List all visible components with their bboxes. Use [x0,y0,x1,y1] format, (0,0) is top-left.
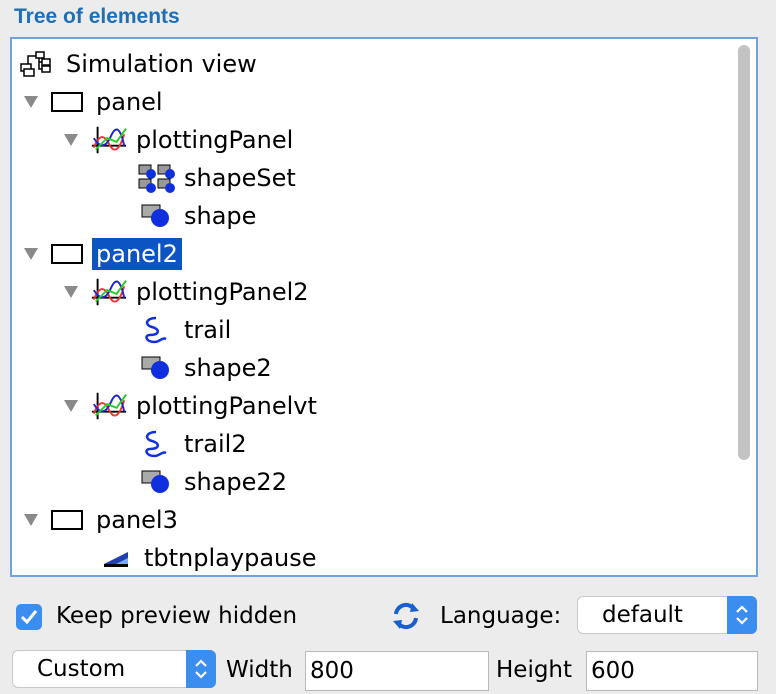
panel-icon [50,505,88,535]
element-tree[interactable]: Simulation view panel plottingPanel shap… [10,37,758,577]
size-preset-value: Custom [37,656,126,682]
shape-icon [138,353,176,383]
shape-icon [138,467,176,497]
trail-icon [138,315,176,345]
tree-item-panel3[interactable]: panel3 [20,501,182,539]
tree-item-label: shapeSet [184,164,296,192]
tree-item-shape[interactable]: shape [138,197,260,235]
toggle-button-icon [98,543,136,573]
tree-structure-icon [20,49,58,79]
language-label: Language: [440,603,562,629]
tree-item-panel2[interactable]: panel2 [20,235,182,273]
tree-item-label: plottingPanelvt [136,392,317,420]
shape-icon [138,201,176,231]
tree-item-panel[interactable]: panel [20,83,167,121]
chevron-updown-icon [727,596,757,634]
tree-item-label: plottingPanel [136,126,294,154]
tree-item-trail2[interactable]: trail2 [138,425,251,463]
width-label: Width [226,657,293,683]
tree-item-label: panel3 [96,506,178,534]
tree-item-plottingpanelvt[interactable]: plottingPanelvt [60,387,321,425]
plot-icon [90,125,128,155]
tree-item-label: shape22 [184,468,287,496]
keep-preview-hidden-checkbox[interactable] [16,604,42,630]
tree-item-label: panel [96,88,163,116]
language-select[interactable]: default [577,596,757,634]
expand-triangle-icon[interactable] [60,281,82,303]
plot-icon [90,391,128,421]
width-field[interactable]: 800 [305,651,489,691]
height-field[interactable]: 600 [586,651,758,691]
tree-item-label-selected: panel2 [92,238,182,270]
scrollbar-thumb[interactable] [738,45,750,460]
tree-item-shape2[interactable]: shape2 [138,349,276,387]
plot-icon [90,277,128,307]
panel-icon [50,239,88,269]
tree-item-label: tbtnplaypause [144,544,317,572]
checkmark-icon [20,610,38,625]
size-preset-select[interactable]: Custom [12,650,216,688]
expand-triangle-icon[interactable] [20,91,42,113]
tree-item-shapeset[interactable]: shapeSet [138,159,300,197]
tree-item-label: trail [184,316,232,344]
expand-triangle-icon[interactable] [60,129,82,151]
tree-item-label: shape [184,202,257,230]
shape-set-icon [138,163,176,193]
tree-scrollbar[interactable] [736,45,750,571]
tree-item-label: plottingPanel2 [136,278,309,306]
trail-icon [138,429,176,459]
refresh-icon[interactable] [390,600,422,632]
language-select-value: default [602,602,683,628]
panel-icon [50,87,88,117]
height-label: Height [496,657,573,683]
tree-item-tbtnplaypause[interactable]: tbtnplaypause [98,539,321,575]
tree-item-trail[interactable]: trail [138,311,235,349]
panel-title: Tree of elements [14,5,180,28]
keep-preview-hidden-label: Keep preview hidden [56,603,298,629]
chevron-updown-icon [186,650,216,688]
tree-root-label: Simulation view [66,50,257,78]
tree-item-plottingpanel2[interactable]: plottingPanel2 [60,273,313,311]
tree-root[interactable]: Simulation view [20,45,261,83]
tree-item-label: shape2 [184,354,272,382]
expand-triangle-icon[interactable] [60,395,82,417]
tree-item-label: trail2 [184,430,247,458]
tree-item-shape22[interactable]: shape22 [138,463,291,501]
tree-item-plottingpanel[interactable]: plottingPanel [60,121,297,159]
expand-triangle-icon[interactable] [20,243,42,265]
expand-triangle-icon[interactable] [20,509,42,531]
